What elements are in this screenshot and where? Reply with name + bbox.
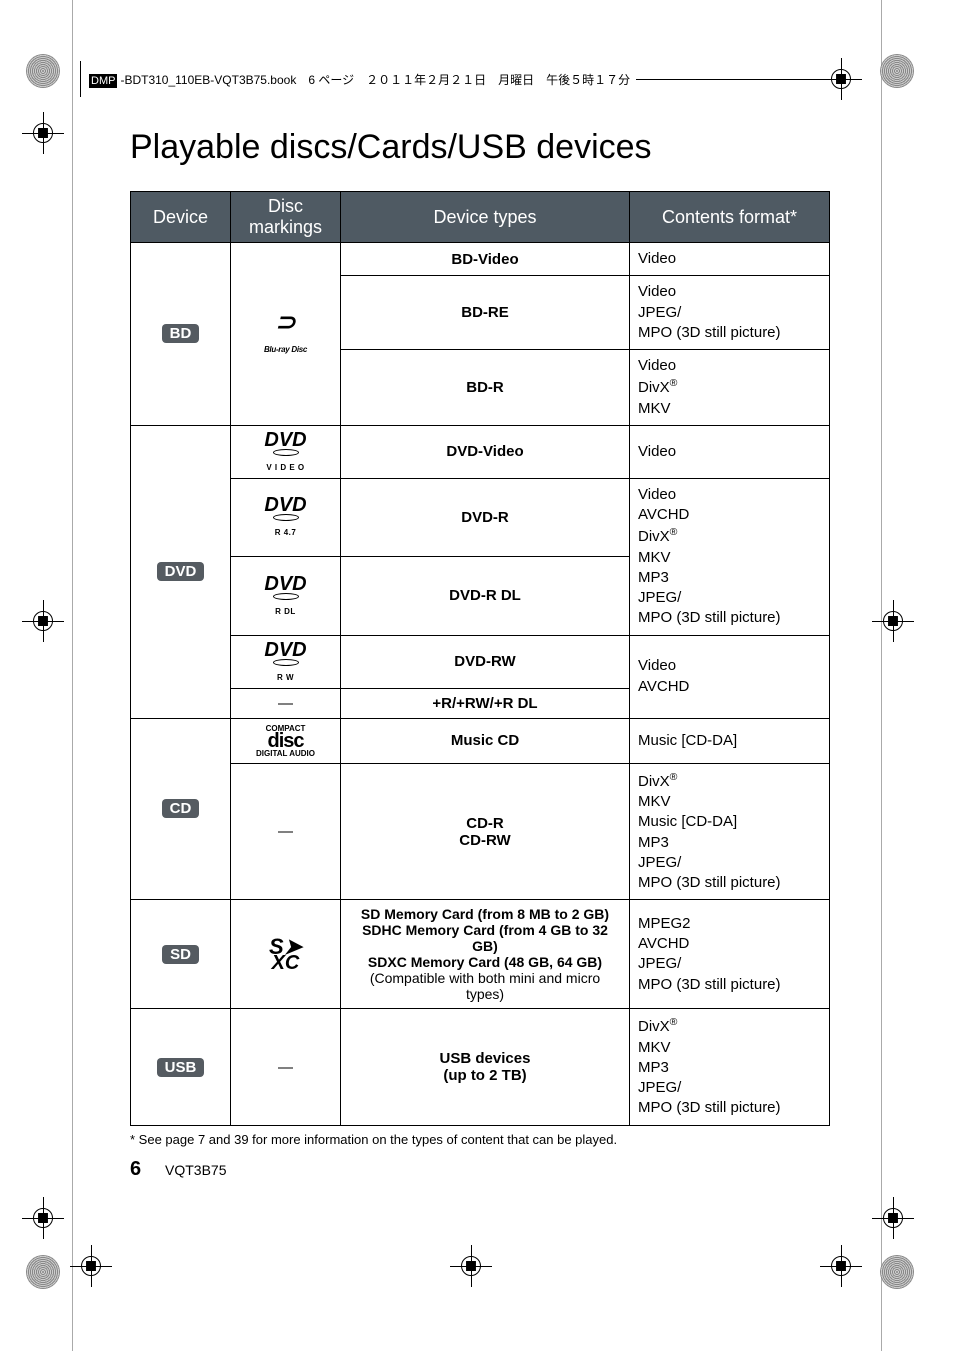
type-music-cd: Music CD: [341, 718, 630, 763]
sd-tag: SD: [162, 945, 199, 964]
type-bd-r: BD-R: [341, 350, 630, 426]
page-footer: 6 VQT3B75: [130, 1158, 227, 1181]
dvd-rw-logo-icon: DVDR W: [239, 642, 332, 682]
fmt-bd-video: Video: [630, 243, 830, 276]
fmt-dvd-r-rdl: Video AVCHD DivX® MKV MP3 JPEG/ MPO (3D …: [630, 478, 830, 635]
dvd-video-logo-icon: DVDV I D E O: [239, 432, 332, 472]
type-bd-video: BD-Video: [341, 243, 630, 276]
fmt-bd-r: Video DivX® MKV: [630, 350, 830, 426]
fmt-usb: DivX® MKV MP3 JPEG/ MPO (3D still pictur…: [630, 1009, 830, 1125]
type-bd-re: BD-RE: [341, 276, 630, 350]
th-markings: Disc markings: [231, 192, 341, 243]
cd-tag: CD: [162, 799, 200, 818]
source-file-header: DMP-BDT310_110EB-VQT3B75.book 6 ページ ２０１１…: [80, 66, 824, 92]
type-dvd-rw: DVD-RW: [341, 635, 630, 688]
type-dvd-r-dl: DVD-R DL: [341, 557, 630, 635]
type-dvd-r: DVD-R: [341, 478, 630, 556]
page-title: Playable discs/Cards/USB devices: [130, 128, 830, 167]
page-number: 6: [130, 1158, 141, 1180]
fmt-dvd-video: Video: [630, 425, 830, 478]
usb-tag: USB: [157, 1058, 205, 1077]
fmt-bd-re: Video JPEG/ MPO (3D still picture): [630, 276, 830, 350]
type-dvd-video: DVD-Video: [341, 425, 630, 478]
th-device: Device: [131, 192, 231, 243]
bluray-logo-icon: ⊃Blu-ray Disc: [239, 312, 332, 355]
fmt-music-cd: Music [CD-DA]: [630, 718, 830, 763]
dvd-rdl-logo-icon: DVDR DL: [239, 576, 332, 616]
th-format: Contents format*: [630, 192, 830, 243]
dvd-plusr-marking: —: [231, 688, 341, 718]
playable-devices-table: Device Disc markings Device types Conten…: [130, 191, 830, 1126]
fmt-sd: MPEG2 AVCHD JPEG/ MPO (3D still picture): [630, 900, 830, 1009]
type-plusr: +R/+RW/+R DL: [341, 688, 630, 718]
footnote: * See page 7 and 39 for more information…: [130, 1132, 830, 1147]
compact-disc-logo-icon: COMPACTdiscDIGITAL AUDIO: [239, 725, 332, 757]
header-inverse: DMP: [89, 74, 117, 88]
dvd-r-logo-icon: DVDR 4.7: [239, 497, 332, 537]
fmt-cd-r: DivX® MKV Music [CD-DA] MP3 JPEG/ MPO (3…: [630, 763, 830, 900]
doc-code: VQT3B75: [165, 1162, 226, 1178]
type-sd: SD Memory Card (from 8 MB to 2 GB) SDHC …: [341, 900, 630, 1009]
usb-marking: —: [231, 1009, 341, 1125]
sdxc-logo-icon: S➤XC: [239, 938, 332, 972]
bd-tag: BD: [162, 324, 200, 343]
th-types: Device types: [341, 192, 630, 243]
type-cd-r-rw: CD-RCD-RW: [341, 763, 630, 900]
header-text: -BDT310_110EB-VQT3B75.book 6 ページ ２０１１年２月…: [120, 73, 630, 87]
cdr-marking: —: [231, 763, 341, 900]
dvd-tag: DVD: [157, 562, 205, 581]
type-usb: USB devices(up to 2 TB): [341, 1009, 630, 1125]
fmt-dvd-rw-plusr: Video AVCHD: [630, 635, 830, 718]
